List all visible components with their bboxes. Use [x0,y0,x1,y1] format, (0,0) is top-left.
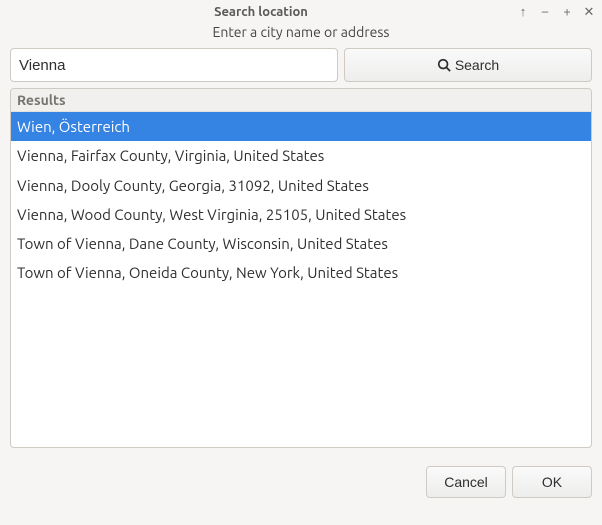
search-button[interactable]: Search [344,48,592,82]
window-title: Search location [6,5,516,19]
search-row: Search [10,48,592,82]
titlebar: Search location ↑ – + ✕ [0,0,602,24]
search-input[interactable] [10,48,338,82]
result-item[interactable]: Vienna, Wood County, West Virginia, 2510… [11,200,591,229]
results-header: Results [11,89,591,112]
dialog-subtitle: Enter a city name or address [0,24,602,48]
minimize-icon[interactable]: – [538,6,552,19]
results-panel: Results Wien, ÖsterreichVienna, Fairfax … [10,88,592,448]
result-item[interactable]: Vienna, Dooly County, Georgia, 31092, Un… [11,171,591,200]
window-controls: ↑ – + ✕ [516,6,596,19]
cancel-button[interactable]: Cancel [426,466,506,498]
result-item[interactable]: Vienna, Fairfax County, Virginia, United… [11,141,591,170]
result-item[interactable]: Town of Vienna, Dane County, Wisconsin, … [11,229,591,258]
search-button-label: Search [455,57,499,73]
result-item[interactable]: Wien, Österreich [11,112,591,141]
up-arrow-icon[interactable]: ↑ [516,6,530,19]
close-icon[interactable]: ✕ [582,6,596,19]
results-list: Wien, ÖsterreichVienna, Fairfax County, … [11,112,591,288]
maximize-icon[interactable]: + [560,6,574,19]
dialog-footer: Cancel OK [0,458,602,506]
search-icon [437,58,451,72]
ok-button[interactable]: OK [512,466,592,498]
result-item[interactable]: Town of Vienna, Oneida County, New York,… [11,258,591,287]
